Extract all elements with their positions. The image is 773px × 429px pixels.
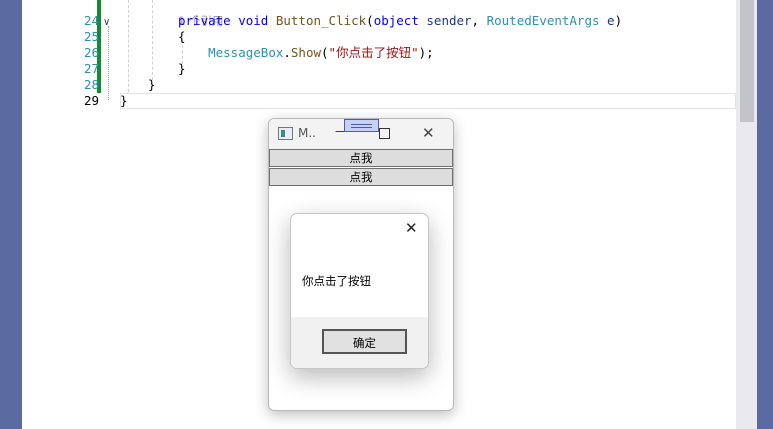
- app-window-title: M..: [298, 126, 316, 140]
- code-line[interactable]: 25 {: [22, 29, 736, 45]
- code-token: RoutedEventArgs: [486, 13, 600, 28]
- code-token: Button_Click: [275, 13, 367, 28]
- line-number: 24: [83, 13, 99, 28]
- line-number: 27: [83, 61, 99, 76]
- code-text: MessageBox.Show("你点击了按钮");: [178, 45, 434, 61]
- code-line[interactable]: 27}: [22, 61, 736, 77]
- dialog-footer: 确定: [291, 317, 428, 368]
- code-token: void: [238, 13, 269, 28]
- code-line[interactable]: 26 MessageBox.Show("你点击了按钮");: [22, 45, 736, 61]
- ok-button[interactable]: 确定: [322, 329, 407, 354]
- click-me-button[interactable]: 点我: [269, 168, 453, 186]
- code-line[interactable]: 29}: [22, 93, 736, 109]
- code-token: }: [120, 93, 128, 108]
- line-number: 25: [83, 29, 99, 44]
- scrollbar-thumb[interactable]: [740, 0, 754, 122]
- line-number: 28: [83, 77, 99, 92]
- code-token: ): [614, 13, 623, 28]
- code-token: );: [418, 45, 434, 60]
- app-window-titlebar[interactable]: M.. — ✕: [269, 119, 453, 149]
- close-icon[interactable]: ✕: [405, 219, 418, 237]
- code-token: Show: [290, 45, 322, 60]
- code-text: {: [178, 29, 186, 45]
- line-number: 26: [83, 45, 99, 60]
- debug-toolbar-handle[interactable]: [344, 119, 379, 132]
- message-box-dialog[interactable]: ✕ 你点击了按钮 确定: [290, 213, 429, 369]
- code-token: MessageBox: [208, 45, 284, 60]
- code-token: .: [283, 45, 291, 60]
- code-token: (: [321, 45, 329, 60]
- code-token: private: [178, 13, 231, 28]
- code-lens-line: 1 个引用: [22, 0, 736, 28]
- code-token: (: [366, 13, 374, 28]
- app-icon: [278, 127, 293, 140]
- code-text: }: [120, 93, 128, 109]
- code-text: }: [148, 77, 156, 93]
- click-me-button[interactable]: 点我: [269, 149, 453, 167]
- message-text: 你点击了按钮: [302, 274, 371, 288]
- code-token: sender: [426, 13, 472, 28]
- close-icon[interactable]: ✕: [422, 124, 435, 142]
- line-number: 29: [83, 93, 99, 108]
- code-token: }: [178, 61, 186, 76]
- code-token: object: [373, 13, 419, 28]
- code-token: "你点击了按钮": [328, 45, 419, 60]
- code-text: }: [178, 61, 186, 77]
- code-line[interactable]: 28}: [22, 77, 736, 93]
- maximize-icon[interactable]: [379, 128, 390, 139]
- code-token: e: [607, 13, 615, 28]
- code-token: }: [148, 77, 156, 92]
- code-line[interactable]: 24 private void Button_Click(object sende…: [22, 13, 736, 29]
- code-text: private void Button_Click(object sender,…: [178, 13, 622, 29]
- code-token: ,: [471, 13, 487, 28]
- window-edge: [757, 0, 773, 429]
- code-token: {: [178, 29, 186, 44]
